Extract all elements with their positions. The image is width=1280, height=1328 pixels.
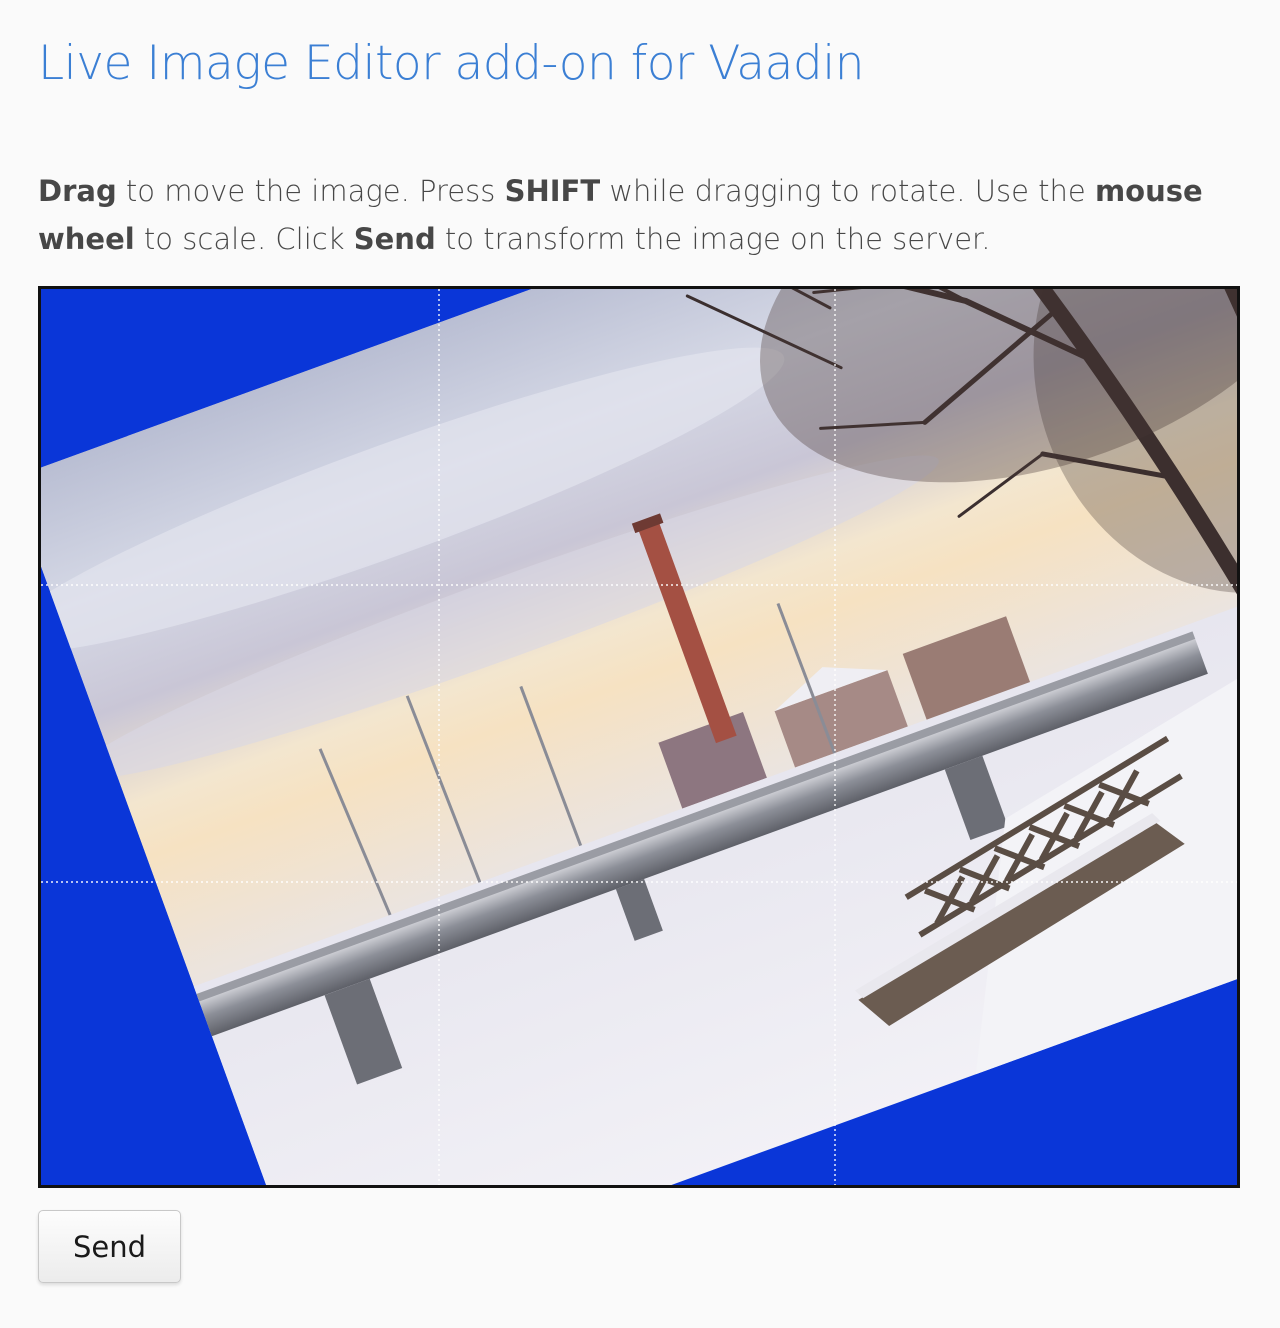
rotated-photo bbox=[41, 289, 1237, 1185]
page-title: Live Image Editor add-on for Vaadin bbox=[38, 36, 865, 91]
instruction-drag: Drag bbox=[38, 174, 117, 208]
editor-canvas-svg bbox=[41, 289, 1237, 1185]
image-editor-canvas[interactable] bbox=[38, 286, 1240, 1188]
instruction-shift: SHIFT bbox=[504, 174, 601, 208]
instruction-send: Send bbox=[353, 222, 436, 256]
send-button[interactable]: Send bbox=[38, 1210, 181, 1283]
instructions-text: Drag to move the image. Press SHIFT whil… bbox=[38, 174, 1203, 256]
